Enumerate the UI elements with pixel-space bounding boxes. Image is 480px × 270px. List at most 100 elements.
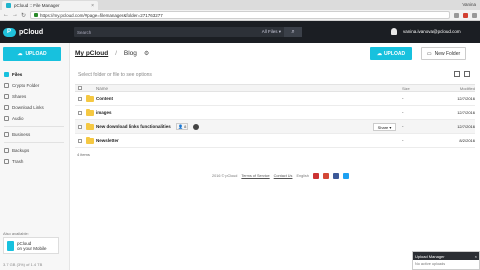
logo-text: pCloud — [19, 28, 44, 36]
sidebar-item-label: Backups — [12, 148, 30, 153]
table-row[interactable]: Newsletter - 8/2/2016 — [75, 134, 475, 148]
breadcrumb-root[interactable]: My pCloud — [75, 50, 108, 57]
sidebar-item-label: Shares — [12, 94, 27, 99]
row-checkbox[interactable] — [77, 124, 82, 129]
upload-button[interactable]: ☁ UPLOAD — [370, 47, 412, 60]
upload-icon: ☁ — [376, 50, 382, 57]
sidebar-item-label: Crypto Folder — [12, 83, 40, 88]
reload-icon[interactable]: ↻ — [21, 12, 26, 19]
language-selector[interactable]: English — [296, 174, 308, 178]
search-filter-dropdown[interactable]: All Files ▾ — [262, 29, 281, 35]
file-name-cell[interactable]: New download links functionalities 👤 8 — [96, 123, 400, 130]
shared-users-badge[interactable]: 👤 8 — [176, 123, 189, 130]
sidebar: ☁ UPLOAD Files Crypto Folder Shares Down… — [0, 43, 70, 270]
sidebar-item-trash[interactable]: Trash — [0, 156, 70, 167]
browser-profile-name[interactable]: Vanina — [462, 2, 476, 7]
address-bar[interactable]: https://my.pcloud.com/#page=filemanager&… — [30, 11, 450, 19]
select-all-checkbox[interactable] — [77, 86, 82, 90]
sidebar-item-files[interactable]: Files — [0, 69, 70, 80]
folder-icon — [86, 122, 94, 130]
browser-urlbar: ← → ↻ https://my.pcloud.com/#page=filema… — [0, 10, 480, 21]
sidebar-upload-label: UPLOAD — [25, 51, 47, 57]
file-modified: 12/7/2016 — [457, 124, 475, 129]
row-checkbox[interactable] — [77, 110, 82, 115]
sidebar-upload-button[interactable]: ☁ UPLOAD — [3, 47, 61, 61]
menu-icon[interactable] — [472, 12, 477, 18]
shared-count: 8 — [184, 124, 187, 129]
search-icon[interactable]: ⌕ — [284, 27, 302, 37]
column-name[interactable]: Name — [96, 86, 400, 91]
breadcrumb: My pCloud / Blog ⚙ — [75, 50, 149, 57]
folder-settings-gear-icon[interactable]: ⚙ — [144, 50, 149, 57]
facebook-icon[interactable] — [332, 173, 339, 179]
view-toggles — [454, 71, 470, 77]
search-input[interactable]: Search — [77, 30, 262, 35]
upload-manager-header[interactable]: Upload Manager × — [413, 252, 479, 260]
also-available-label: Also available: — [3, 231, 29, 236]
sidebar-item-business[interactable]: Business — [0, 129, 70, 140]
file-name[interactable]: Content — [96, 96, 400, 101]
upload-icon: ☁ — [17, 51, 23, 57]
table-row[interactable]: New download links functionalities 👤 8 S… — [75, 120, 475, 134]
new-folder-icon: ▭ — [426, 50, 432, 57]
storage-quota: 3.7 GB (3%) of 1.4 TB — [3, 262, 43, 267]
mobile-promo-text: pCloud on your Mobile — [17, 241, 47, 251]
file-table: Name Size Modified Content - 12/7/2016 i… — [75, 84, 475, 157]
audio-icon — [4, 116, 9, 121]
notification-bell-icon[interactable] — [391, 28, 397, 35]
trash-icon — [4, 159, 9, 164]
browser-tab[interactable]: pCloud :: File Manager × — [2, 1, 98, 10]
pcloud-cloud-icon — [3, 27, 16, 37]
item-count: 4 items — [77, 152, 90, 157]
sidebar-item-label: Audio — [12, 116, 24, 121]
share-dropdown-button[interactable]: Share ▾ — [373, 123, 396, 131]
sidebar-item-download-links[interactable]: Download Links — [0, 102, 70, 113]
file-name[interactable]: images — [96, 110, 400, 115]
public-link-icon[interactable] — [192, 123, 199, 130]
tab-close-icon[interactable]: × — [91, 3, 94, 9]
file-modified: 12/7/2016 — [457, 96, 475, 101]
sidebar-item-label: Business — [12, 132, 31, 137]
twitter-icon[interactable] — [342, 173, 349, 179]
sidebar-item-crypto-folder[interactable]: Crypto Folder — [0, 80, 70, 91]
list-view-icon[interactable] — [454, 71, 460, 77]
bookmark-icon[interactable] — [454, 12, 459, 18]
link-icon — [4, 105, 9, 110]
lock-icon — [4, 83, 9, 88]
sidebar-item-backups[interactable]: Backups — [0, 145, 70, 156]
extension-icon[interactable] — [463, 12, 468, 18]
column-modified[interactable]: Modified — [455, 86, 475, 91]
terms-link[interactable]: Terms of Service — [241, 174, 269, 178]
file-name[interactable]: Newsletter — [96, 138, 400, 143]
selection-hint: Select folder or file to see options — [78, 72, 152, 78]
search-box[interactable]: Search All Files ▾ ⌕ — [74, 27, 302, 37]
table-header: Name Size Modified — [75, 84, 475, 92]
backup-icon — [4, 148, 9, 153]
upload-manager-close-icon[interactable]: × — [475, 254, 477, 259]
file-size: - — [402, 124, 404, 129]
pcloud-favicon-icon — [6, 3, 11, 8]
share-icon — [4, 94, 9, 99]
new-folder-button[interactable]: ▭ New Folder — [421, 47, 466, 60]
grid-view-icon[interactable] — [464, 71, 470, 77]
upload-button-label: UPLOAD — [383, 50, 406, 57]
sidebar-item-audio[interactable]: Audio — [0, 113, 70, 124]
row-checkbox[interactable] — [77, 96, 82, 101]
google-plus-icon[interactable] — [322, 173, 329, 179]
upload-manager-panel: Upload Manager × No active uploads — [412, 251, 480, 270]
contact-link[interactable]: Contact Us — [274, 174, 293, 178]
table-row[interactable]: images - 12/7/2016 — [75, 106, 475, 120]
back-icon[interactable]: ← — [3, 12, 9, 18]
tab-title: pCloud :: File Manager — [14, 3, 60, 8]
sidebar-divider — [4, 142, 64, 143]
column-size[interactable]: Size — [400, 86, 455, 91]
mobile-app-promo[interactable]: pCloud on your Mobile — [3, 237, 59, 254]
forward-icon[interactable]: → — [12, 12, 18, 18]
user-email[interactable]: vanina.ivanova@pcloud.com — [403, 29, 461, 34]
footer: 2016 © pCloud Terms of Service Contact U… — [212, 173, 349, 179]
table-row[interactable]: Content - 12/7/2016 — [75, 92, 475, 106]
pcloud-logo[interactable]: pCloud — [0, 27, 70, 37]
file-name[interactable]: New download links functionalities — [96, 124, 171, 129]
sidebar-item-shares[interactable]: Shares — [0, 91, 70, 102]
row-checkbox[interactable] — [77, 138, 82, 143]
